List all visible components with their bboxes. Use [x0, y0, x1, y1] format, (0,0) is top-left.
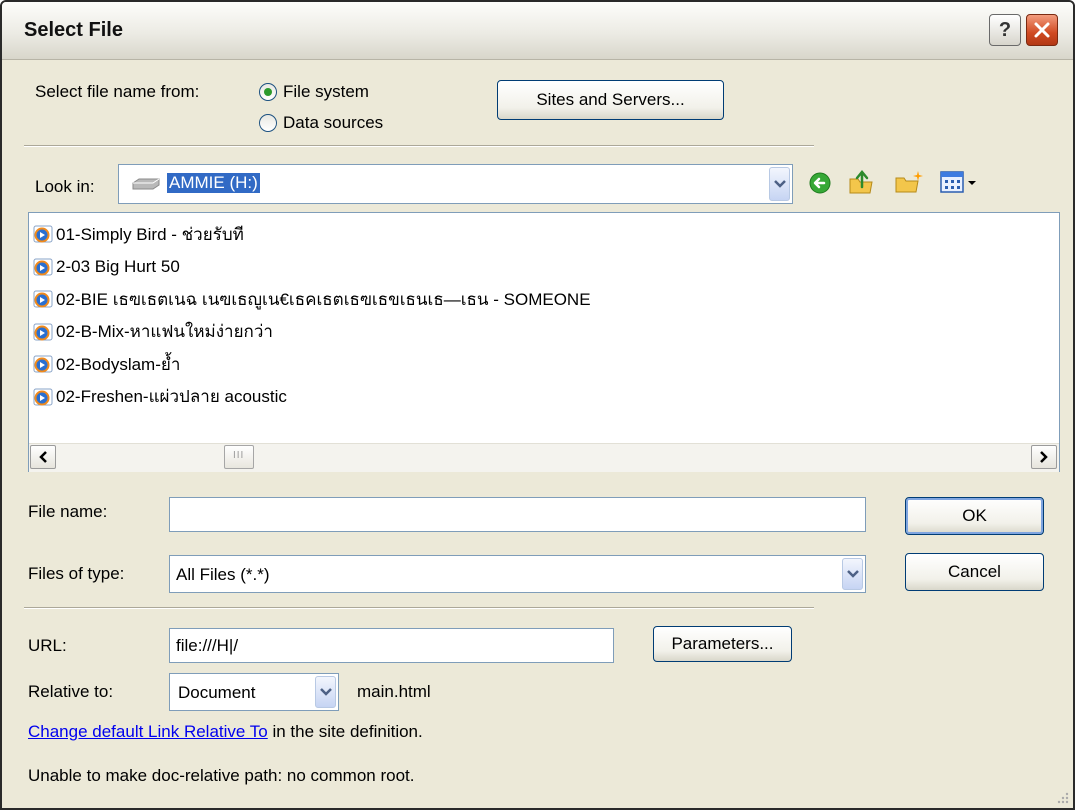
file-system-radio[interactable] [259, 83, 277, 101]
file-list-item[interactable]: 2-03 Big Hurt 50 [33, 252, 180, 282]
scroll-left-button[interactable] [30, 445, 56, 469]
files-of-type-value: All Files (*.*) [176, 565, 270, 584]
relative-to-value: Document [178, 683, 256, 702]
back-icon[interactable] [808, 171, 832, 195]
separator [24, 607, 814, 609]
file-list-item[interactable]: 02-Bodyslam-ย้ำ [33, 349, 180, 379]
change-default-note: Change default Link Relative To in the s… [28, 722, 423, 742]
sites-and-servers-button[interactable]: Sites and Servers... [497, 80, 724, 120]
close-button[interactable] [1026, 14, 1058, 46]
chevron-down-icon [319, 688, 332, 696]
relative-to-label: Relative to: [28, 682, 114, 701]
look-in-combo[interactable]: AMMIE (H:) [118, 164, 793, 204]
file-list[interactable]: 01-Simply Bird - ช่วยรับที 2-03 Big Hurt … [28, 212, 1060, 472]
relative-to-select[interactable]: Document [169, 673, 339, 711]
file-name: 02-B-Mix-หาแฟนใหม่ง่ายกว่า [56, 322, 273, 341]
drive-icon [132, 178, 160, 190]
scroll-thumb-grip: III [233, 450, 245, 461]
look-in-dropdown-button[interactable] [769, 167, 790, 201]
url-label: URL: [28, 636, 67, 655]
media-file-icon [33, 258, 53, 275]
source-label: Select file name from: [35, 82, 200, 101]
new-folder-icon[interactable] [894, 169, 924, 195]
status-message: Unable to make doc-relative path: no com… [28, 766, 415, 785]
look-in-label: Look in: [35, 177, 95, 196]
change-default-suffix: in the site definition. [267, 722, 423, 741]
file-name-label: File name: [28, 502, 108, 521]
look-in-value: AMMIE (H:) [167, 173, 260, 193]
file-name: 02-BIE เธฃเธตเนฉ เนฃเธญูเน€เธคเธตเธฃเธขเ… [56, 289, 591, 309]
cancel-button[interactable]: Cancel [905, 553, 1044, 591]
title-bar: Select File ? [2, 2, 1073, 60]
close-icon [1034, 22, 1050, 38]
change-default-link[interactable]: Change default Link Relative To [28, 722, 268, 741]
dialog-title: Select File [24, 19, 123, 41]
media-file-icon [33, 225, 53, 243]
files-of-type-label: Files of type: [28, 564, 125, 583]
view-menu-icon[interactable] [939, 169, 979, 195]
parameters-button[interactable]: Parameters... [653, 626, 792, 662]
media-file-icon [33, 323, 53, 340]
data-sources-radio[interactable] [259, 114, 277, 132]
media-file-icon [33, 355, 53, 373]
relative-file-name: main.html [357, 682, 431, 701]
media-file-icon [33, 388, 53, 405]
file-name: 2-03 Big Hurt 50 [56, 256, 180, 276]
file-list-item[interactable]: 02-B-Mix-หาแฟนใหม่ง่ายกว่า [33, 317, 273, 347]
chevron-down-icon [846, 570, 859, 578]
chevron-left-icon [39, 451, 47, 463]
file-name: 02-Freshen-แผ่วปลาย acoustic [56, 387, 287, 406]
file-list-item[interactable]: 02-Freshen-แผ่วปลาย acoustic [33, 382, 287, 412]
url-input[interactable]: file:///H|/ [169, 628, 614, 663]
file-list-item[interactable]: 02-BIE เธฃเธตเนฉ เนฃเธญูเน€เธคเธตเธฃเธขเ… [33, 284, 591, 314]
file-name: 01-Simply Bird - ช่วยรับที [56, 224, 244, 244]
file-name-input[interactable] [169, 497, 866, 532]
horizontal-scrollbar[interactable]: III [29, 443, 1059, 472]
resize-grip-icon[interactable] [1055, 790, 1069, 804]
relative-to-dropdown-button[interactable] [315, 676, 336, 708]
up-folder-icon[interactable] [848, 169, 876, 195]
separator [24, 145, 814, 147]
chevron-down-icon [773, 180, 786, 188]
data-sources-label[interactable]: Data sources [283, 113, 383, 133]
ok-button[interactable]: OK [905, 497, 1044, 535]
file-name: 02-Bodyslam-ย้ำ [56, 354, 181, 374]
chevron-right-icon [1040, 451, 1048, 463]
files-of-type-combo[interactable]: All Files (*.*) [169, 555, 866, 593]
file-list-item[interactable]: 01-Simply Bird - ช่วยรับที [33, 219, 244, 249]
files-of-type-dropdown-button[interactable] [842, 558, 863, 590]
select-file-dialog: Select File ? Select file name from: Fil… [0, 0, 1075, 810]
scroll-right-button[interactable] [1031, 445, 1057, 469]
help-icon: ? [998, 18, 1012, 41]
file-system-label[interactable]: File system [283, 82, 369, 102]
media-file-icon [33, 290, 53, 308]
scroll-thumb[interactable]: III [224, 445, 254, 469]
help-button[interactable]: ? [989, 14, 1021, 46]
